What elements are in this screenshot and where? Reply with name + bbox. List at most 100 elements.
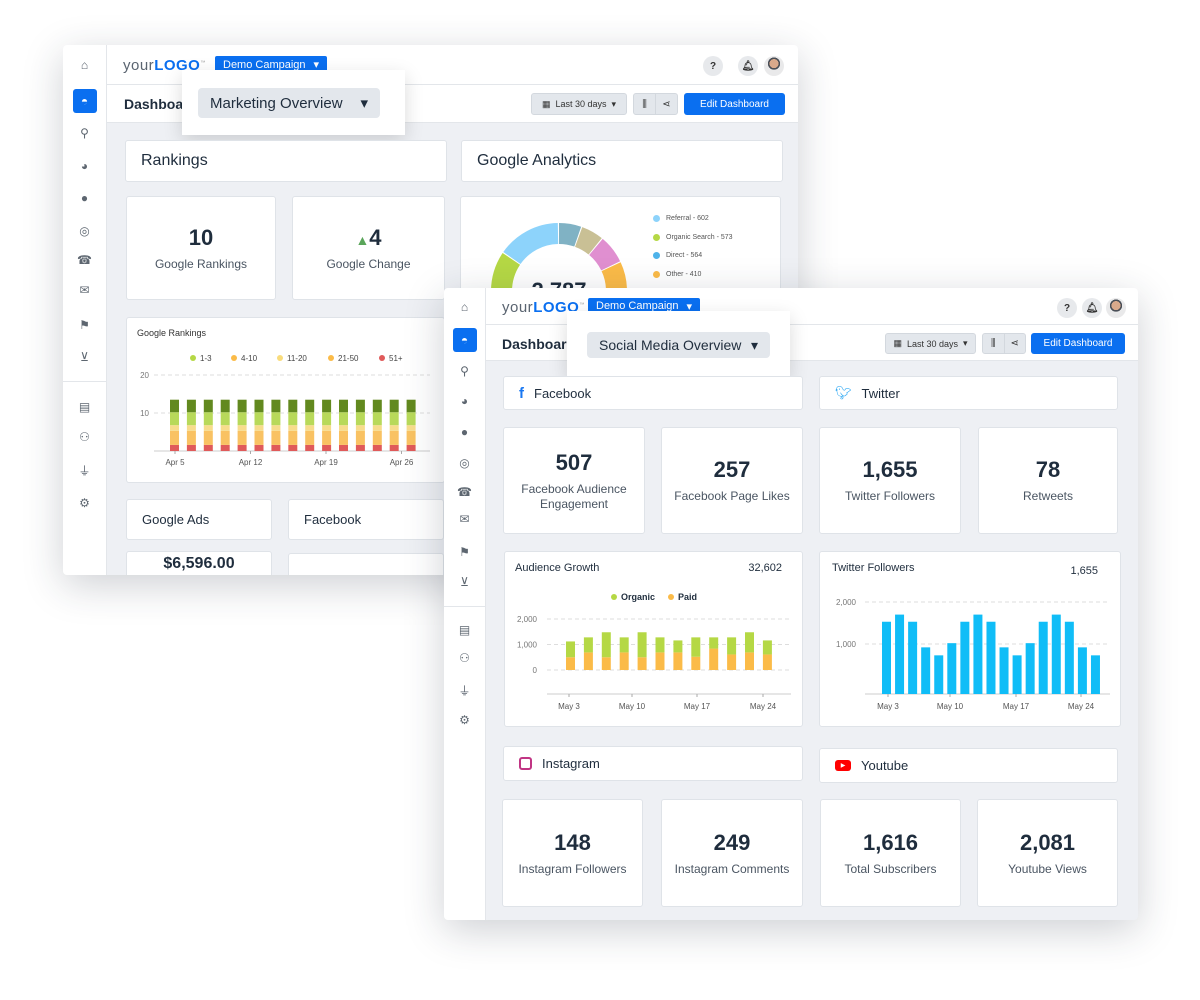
bar-segment — [203, 444, 213, 451]
triangle-up-icon: ▲ — [355, 231, 370, 248]
legend-dot — [190, 355, 196, 361]
settings-sliders-icon[interactable]: ⫼ — [634, 94, 655, 114]
bar — [934, 655, 944, 694]
stat-value: 507 — [555, 449, 593, 475]
bar-segment — [389, 412, 399, 426]
dashboard-select-label: Social Media Overview — [599, 337, 742, 353]
bar-segment — [220, 399, 230, 413]
edit-dashboard-button[interactable]: Edit Dashboard — [1031, 333, 1125, 354]
bar-segment — [355, 430, 365, 445]
target-icon[interactable]: ◎ — [453, 451, 477, 475]
bar-segment — [406, 412, 416, 426]
avatar[interactable] — [1106, 298, 1126, 318]
bar-segment — [355, 444, 365, 451]
bar — [566, 641, 575, 658]
map-pin-icon[interactable]: ⚑ — [73, 313, 97, 337]
file-icon[interactable]: ▤ — [73, 395, 97, 419]
bar-segment — [372, 399, 382, 413]
gear-icon[interactable]: ⚙ — [453, 708, 477, 732]
stat-card: 1,655 Twitter Followers — [819, 427, 961, 534]
legend-dot — [328, 355, 334, 361]
bar — [986, 621, 996, 694]
bell-icon[interactable]: 🔔︎ — [1082, 298, 1102, 318]
home-icon[interactable]: ⌂ — [453, 295, 477, 319]
sidebar: ⌂ ◓ ⚲ ◕ ● ◎ ☎ ✉ ⚑ ⊻ ▤ ⚇ ⏚ ⚙ — [63, 45, 107, 575]
bar — [655, 652, 665, 670]
youtube-icon: ▶ — [835, 760, 851, 771]
date-range-button[interactable]: ▦ Last 30 days ▾ — [885, 333, 976, 354]
dashboard-select-popup: Marketing Overview ▾ — [182, 70, 405, 135]
bell-icon[interactable]: 🔔︎ — [738, 56, 758, 76]
x-tick-label: May 3 — [877, 702, 899, 711]
settings-sliders-icon[interactable]: ⫼ — [983, 334, 1004, 353]
bar-segment — [389, 430, 399, 445]
gear-icon[interactable]: ⚙ — [73, 491, 97, 515]
search-icon[interactable]: ⚲ — [73, 121, 97, 145]
stat-card: 249 Instagram Comments — [661, 799, 803, 907]
bar-segment — [305, 444, 315, 451]
logo-prefix: your — [123, 57, 155, 74]
users-icon[interactable]: ⚇ — [453, 646, 477, 670]
pie-chart-icon[interactable]: ◕ — [453, 389, 477, 413]
legend-dot — [653, 233, 660, 241]
section-title: Google Ads — [142, 512, 210, 527]
plug-icon[interactable]: ⏚ — [73, 458, 97, 482]
comment-icon[interactable]: ● — [73, 186, 97, 210]
facebook-header: f Facebook — [503, 376, 803, 410]
home-icon[interactable]: ⌂ — [73, 53, 97, 77]
bar — [709, 637, 719, 649]
cart-icon[interactable]: ⊻ — [73, 345, 97, 369]
comment-icon[interactable]: ● — [453, 420, 477, 444]
users-icon[interactable]: ⚇ — [73, 425, 97, 449]
bar — [960, 621, 970, 694]
rankings-header: Rankings — [125, 140, 447, 182]
edit-dashboard-button[interactable]: Edit Dashboard — [684, 93, 785, 115]
legend-label: Paid — [678, 592, 697, 602]
bar-segment — [339, 425, 348, 431]
phone-icon[interactable]: ☎ — [73, 248, 97, 272]
map-pin-icon[interactable]: ⚑ — [453, 540, 477, 564]
target-icon[interactable]: ◎ — [73, 219, 97, 243]
phone-icon[interactable]: ☎ — [453, 480, 477, 504]
file-icon[interactable]: ▤ — [453, 618, 477, 642]
sidebar-divider — [63, 381, 106, 382]
campaign-label: Demo Campaign — [223, 58, 306, 71]
stat-card: 78 Retweets — [978, 427, 1118, 534]
bar-segment — [237, 399, 247, 413]
dashboard-select[interactable]: Social Media Overview ▾ — [587, 332, 770, 358]
twitter-followers-card: Twitter Followers 1,655 2,000 1,000 May 3M… — [819, 551, 1121, 727]
facebook-header: Facebook — [288, 499, 444, 540]
share-icon[interactable]: ⋖ — [1003, 334, 1026, 353]
help-button[interactable]: ? — [703, 56, 723, 76]
dashboard-icon[interactable]: ◓ — [72, 89, 97, 113]
envelope-icon[interactable]: ✉ — [73, 278, 97, 302]
x-tick-label: May 17 — [684, 702, 711, 711]
bar — [999, 647, 1009, 694]
search-icon[interactable]: ⚲ — [453, 359, 477, 383]
twitter-icon: 🐦︎ — [835, 385, 852, 400]
stat-value: 4 — [369, 224, 382, 250]
bar — [637, 632, 647, 658]
bar-segment — [254, 399, 264, 413]
dashboard-select-label: Marketing Overview — [210, 94, 343, 112]
dashboard-icon[interactable]: ◓ — [452, 328, 477, 352]
bar — [583, 652, 593, 670]
stat-card: 1,616 Total Subscribers — [820, 799, 961, 907]
legend-dot — [277, 355, 283, 361]
share-icon[interactable]: ⋖ — [655, 94, 677, 114]
bar-segment — [322, 399, 332, 413]
legend-dot — [231, 355, 237, 361]
bar — [727, 637, 737, 655]
envelope-icon[interactable]: ✉ — [453, 507, 477, 531]
pie-chart-icon[interactable]: ◕ — [73, 154, 97, 178]
date-range-button[interactable]: ▦ Last 30 days ▾ — [531, 93, 627, 115]
plug-icon[interactable]: ⏚ — [453, 678, 477, 702]
avatar[interactable] — [764, 56, 784, 76]
twitter-followers-chart: 2,000 1,000 May 3 May 10 May 17 May 24 — [836, 598, 1110, 711]
stat-label: Google Rankings — [154, 256, 248, 271]
cart-icon[interactable]: ⊻ — [453, 570, 477, 594]
help-button[interactable]: ? — [1057, 298, 1077, 318]
bar-segment — [170, 430, 179, 445]
date-range-label: Last 30 days — [906, 338, 959, 349]
dashboard-select[interactable]: Marketing Overview ▾ — [198, 88, 380, 118]
